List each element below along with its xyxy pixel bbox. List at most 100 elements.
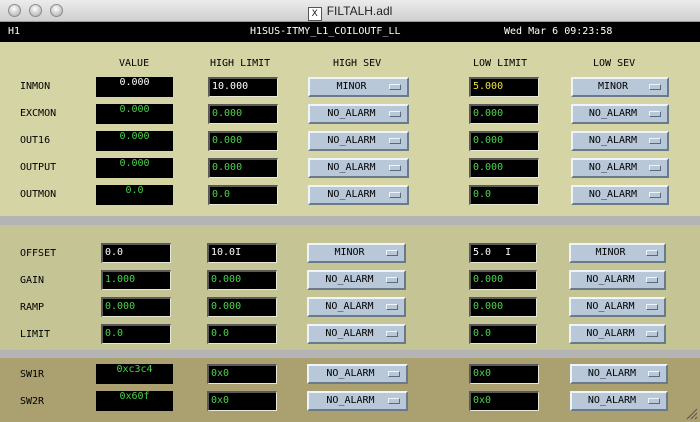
output-high-sev-menu[interactable]: NO_ALARM <box>308 158 409 178</box>
excmon-low-limit[interactable]: 0.000 <box>469 104 539 124</box>
menu-indicator-icon <box>389 192 401 198</box>
ramp-low-limit[interactable]: 0.000 <box>469 297 537 317</box>
sw1r-low-sev-menu[interactable]: NO_ALARM <box>570 364 668 384</box>
gain-high-sev-menu[interactable]: NO_ALARM <box>307 270 406 290</box>
row-label-outmon: OUTMON <box>20 189 57 200</box>
menu-indicator-icon <box>386 277 398 283</box>
menu-indicator-icon <box>388 398 400 404</box>
sw1r-high-sev-menu[interactable]: NO_ALARM <box>307 364 408 384</box>
excmon-high-sev-menu[interactable]: NO_ALARM <box>308 104 409 124</box>
offset-high-limit[interactable]: 10.0I <box>207 243 277 263</box>
row-label-excmon: EXCMON <box>20 108 57 119</box>
sw1r-low-limit[interactable]: 0x0 <box>469 364 539 384</box>
offset-high-sev-menu[interactable]: MINOR <box>307 243 406 263</box>
row-label-sw1r: SW1R <box>20 369 45 380</box>
gain-value-input[interactable]: 1.000 <box>101 270 171 290</box>
excmon-low-sev-menu[interactable]: NO_ALARM <box>571 104 669 124</box>
row-label-gain: GAIN <box>20 275 45 286</box>
offset-low-sev-menu[interactable]: MINOR <box>569 243 666 263</box>
outmon-high-sev-menu[interactable]: NO_ALARM <box>308 185 409 205</box>
offset-low-limit[interactable]: 5.0 I <box>469 243 537 263</box>
menu-indicator-icon <box>389 84 401 90</box>
col-high-sev: HIGH SEV <box>333 58 382 69</box>
sw2r-low-limit[interactable]: 0x0 <box>469 391 539 411</box>
limit-value-input[interactable]: 0.0 <box>101 324 171 344</box>
gain-low-limit[interactable]: 0.000 <box>469 270 537 290</box>
sw1r-high-limit[interactable]: 0x0 <box>207 364 277 384</box>
gain-low-sev-menu[interactable]: NO_ALARM <box>569 270 666 290</box>
x11-icon: X <box>307 7 322 21</box>
menu-indicator-icon <box>389 138 401 144</box>
menu-indicator-icon <box>646 304 658 310</box>
menu-indicator-icon <box>389 111 401 117</box>
col-high-limit: HIGH LIMIT <box>210 58 271 69</box>
output-low-limit[interactable]: 0.000 <box>469 158 539 178</box>
menu-indicator-icon <box>388 371 400 377</box>
menu-indicator-icon <box>649 165 661 171</box>
row-label-output: OUTPUT <box>20 162 57 173</box>
ramp-low-sev-menu[interactable]: NO_ALARM <box>569 297 666 317</box>
output-value: 0.000 <box>96 158 173 178</box>
ramp-value-input[interactable]: 0.000 <box>101 297 171 317</box>
limit-low-sev-menu[interactable]: NO_ALARM <box>569 324 666 344</box>
ramp-high-sev-menu[interactable]: NO_ALARM <box>307 297 406 317</box>
menu-indicator-icon <box>386 250 398 256</box>
inmon-value: 0.000 <box>96 77 173 97</box>
row-label-inmon: INMON <box>20 81 51 92</box>
sw2r-high-sev-menu[interactable]: NO_ALARM <box>307 391 408 411</box>
sw1r-value: 0xc3c4 <box>96 364 173 384</box>
datetime: Wed Mar 6 09:23:58 <box>504 26 613 37</box>
divider <box>0 216 700 225</box>
row-label-out16: OUT16 <box>20 135 51 146</box>
divider <box>0 350 700 358</box>
limit-high-sev-menu[interactable]: NO_ALARM <box>307 324 406 344</box>
row-label-ramp: RAMP <box>20 302 45 313</box>
out16-high-sev-menu[interactable]: NO_ALARM <box>308 131 409 151</box>
ramp-high-limit[interactable]: 0.000 <box>207 297 277 317</box>
outmon-value: 0.0 <box>96 185 173 205</box>
menu-indicator-icon <box>649 192 661 198</box>
menu-indicator-icon <box>386 331 398 337</box>
out16-high-limit[interactable]: 0.000 <box>208 131 278 151</box>
channel-name: H1SUS-ITMY_L1_COILOUTF_LL <box>250 26 401 37</box>
resize-grip-icon[interactable] <box>686 408 698 420</box>
output-high-limit[interactable]: 0.000 <box>208 158 278 178</box>
menu-indicator-icon <box>649 111 661 117</box>
menu-indicator-icon <box>648 371 660 377</box>
site-label: H1 <box>8 26 21 37</box>
excmon-value: 0.000 <box>96 104 173 124</box>
gain-high-limit[interactable]: 0.000 <box>207 270 277 290</box>
menu-indicator-icon <box>389 165 401 171</box>
excmon-high-limit[interactable]: 0.000 <box>208 104 278 124</box>
col-low-limit: LOW LIMIT <box>473 58 528 69</box>
text-cursor: I <box>505 247 512 258</box>
menu-indicator-icon <box>649 138 661 144</box>
offset-value-input[interactable]: 0.0 <box>101 243 171 263</box>
output-low-sev-menu[interactable]: NO_ALARM <box>571 158 669 178</box>
menu-indicator-icon <box>648 398 660 404</box>
sw2r-value: 0x60f <box>96 391 173 411</box>
menu-indicator-icon <box>646 250 658 256</box>
sw2r-low-sev-menu[interactable]: NO_ALARM <box>570 391 668 411</box>
outmon-high-limit[interactable]: 0.0 <box>208 185 278 205</box>
out16-low-limit[interactable]: 0.000 <box>469 131 539 151</box>
inmon-low-limit[interactable]: 5.000 <box>469 77 539 97</box>
inmon-high-sev-menu[interactable]: MINOR <box>308 77 409 97</box>
limit-high-limit[interactable]: 0.0 <box>207 324 277 344</box>
window-titlebar: X FILTALH.adl <box>0 0 700 22</box>
row-label-offset: OFFSET <box>20 248 57 259</box>
limit-low-limit[interactable]: 0.0 <box>469 324 537 344</box>
menu-indicator-icon <box>646 277 658 283</box>
menu-indicator-icon <box>649 84 661 90</box>
menu-indicator-icon <box>646 331 658 337</box>
out16-low-sev-menu[interactable]: NO_ALARM <box>571 131 669 151</box>
row-label-limit: LIMIT <box>20 329 51 340</box>
col-low-sev: LOW SEV <box>593 58 636 69</box>
outmon-low-sev-menu[interactable]: NO_ALARM <box>571 185 669 205</box>
inmon-high-limit[interactable]: 10.000 <box>208 77 278 97</box>
window-title: X FILTALH.adl <box>0 4 700 21</box>
sw2r-high-limit[interactable]: 0x0 <box>207 391 277 411</box>
inmon-low-sev-menu[interactable]: MINOR <box>571 77 669 97</box>
outmon-low-limit[interactable]: 0.0 <box>469 185 539 205</box>
channel-header: H1 H1SUS-ITMY_L1_COILOUTF_LL Wed Mar 6 0… <box>0 22 700 42</box>
